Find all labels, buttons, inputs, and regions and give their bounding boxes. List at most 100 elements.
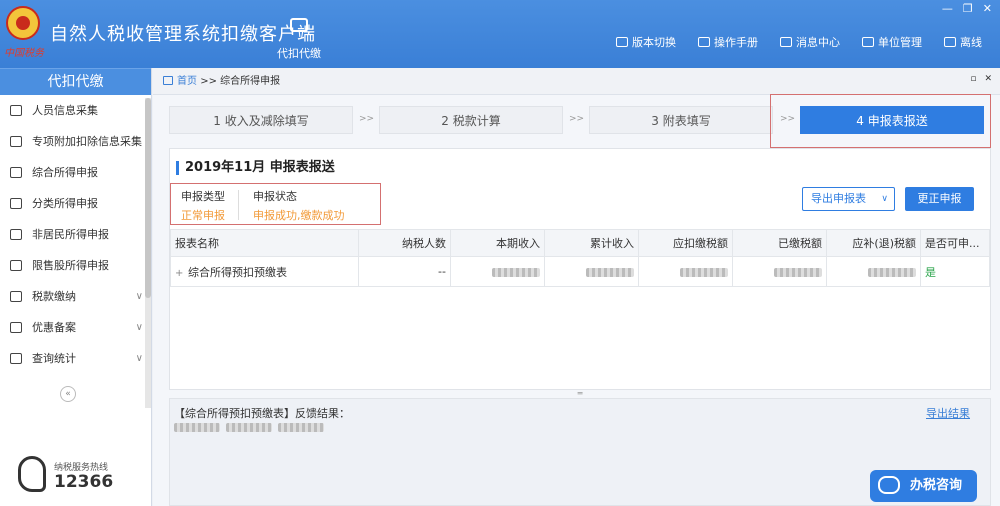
sidebar-item[interactable]: 综合所得申报	[0, 157, 151, 188]
manual-button[interactable]: 操作手册	[698, 34, 758, 50]
title-bar: 中国税务 自然人税收管理系统扣缴客户端 代扣代缴 — ❐ ✕ 版本切换 操作手册…	[0, 0, 1000, 68]
step-separator: >>	[359, 114, 375, 124]
message-center-button[interactable]: 消息中心	[780, 34, 840, 50]
offline-button[interactable]: 离线	[944, 34, 982, 50]
resize-handle[interactable]: ═	[169, 390, 991, 398]
mail-icon	[780, 37, 792, 47]
collapse-sidebar-button[interactable]: «	[60, 386, 76, 402]
list-icon	[10, 136, 22, 147]
step-separator: >>	[569, 114, 585, 124]
declare-type-value: 正常申报	[181, 209, 225, 222]
breadcrumb-separator: >>	[200, 76, 217, 87]
export-result-link[interactable]: 导出结果	[926, 405, 970, 421]
col-tax-payable-refund: 应补(退)税额	[826, 229, 921, 257]
step-schedule-filling[interactable]: 3 附表填写	[589, 106, 773, 134]
row-taxpayers: --	[358, 256, 451, 287]
row-can-declare: 是	[920, 256, 990, 287]
declare-type-label: 申报类型	[181, 190, 225, 203]
row-tax-paid	[732, 256, 827, 287]
chat-icon	[878, 476, 900, 494]
sidebar-item[interactable]: 非居民所得申报	[0, 219, 151, 250]
unit-management-button[interactable]: 单位管理	[862, 34, 922, 50]
redacted-value	[226, 423, 272, 432]
report-content: 2019年11月 申报表报送 申报类型 正常申报 申报状态 申报成功,缴款成功 …	[169, 148, 991, 390]
sidebar-item[interactable]: 人员信息采集	[0, 95, 151, 126]
sidebar-scrollbar[interactable]	[145, 98, 151, 408]
declare-type: 申报类型 正常申报	[181, 188, 225, 223]
section-title: 2019年11月 申报表报送	[176, 161, 335, 175]
pane-close-icon[interactable]: ✕	[984, 74, 992, 84]
module-label: 代扣代缴	[277, 47, 321, 60]
col-report-name: 报表名称	[170, 229, 359, 257]
close-icon[interactable]: ✕	[983, 2, 992, 15]
correct-declaration-button[interactable]: 更正申报	[905, 187, 974, 211]
row-cumulative-income	[544, 256, 639, 287]
declare-status-box: 申报类型 正常申报 申报状态 申报成功,缴款成功	[170, 183, 381, 225]
table-header-row: 报表名称 纳税人数 本期收入 累计收入 应扣缴税额 已缴税额 应补(退)税额 是…	[170, 229, 990, 257]
step-income-deduction[interactable]: 1 收入及减除填写	[169, 106, 353, 134]
pane-restore-icon[interactable]: ▫	[970, 74, 976, 84]
pie-icon	[10, 198, 22, 209]
sidebar-item-label: 综合所得申报	[32, 166, 98, 179]
expand-icon[interactable]: +	[175, 268, 184, 279]
sidebar-item[interactable]: 优惠备案 ∨	[0, 312, 151, 343]
declare-status-label: 申报状态	[253, 190, 297, 203]
toolbar: 版本切换 操作手册 消息中心 单位管理 离线	[616, 34, 982, 50]
hotline-number: 12366	[54, 472, 114, 492]
bar-chart-icon	[10, 260, 22, 271]
step-tax-calculation[interactable]: 2 税款计算	[379, 106, 563, 134]
tax-emblem-icon	[6, 6, 40, 40]
restore-icon[interactable]: ❐	[963, 2, 973, 15]
chevron-down-icon: ∨	[881, 194, 888, 204]
col-cumulative-income: 累计收入	[544, 229, 639, 257]
tax-consult-label: 办税咨询	[910, 478, 963, 493]
breadcrumb-home-link[interactable]: 首页	[177, 76, 197, 87]
row-name-text: 综合所得预扣预缴表	[188, 265, 287, 279]
tax-consult-button[interactable]: 办税咨询	[870, 470, 977, 502]
col-taxpayers: 纳税人数	[358, 229, 451, 257]
version-switch-label: 版本切换	[632, 36, 676, 49]
sidebar-item[interactable]: 限售股所得申报	[0, 250, 151, 281]
sidebar-item-label: 税款缴纳	[32, 290, 76, 303]
layers-icon	[10, 167, 22, 178]
sidebar-item[interactable]: 专项附加扣除信息采集	[0, 126, 151, 157]
sidebar-item-label: 优惠备案	[32, 321, 76, 334]
window-controls: — ❐ ✕	[942, 2, 992, 15]
scrollbar-thumb[interactable]	[145, 98, 151, 298]
hotline: 纳税服务热线 12366	[18, 456, 144, 496]
sidebar-item[interactable]: 税款缴纳 ∨	[0, 281, 151, 312]
main-panel: 首页 >> 综合所得申报 ▫ ✕ 1 收入及减除填写 >> 2 税款计算 >> …	[153, 68, 1000, 506]
headset-icon	[18, 456, 46, 492]
table-row[interactable]: + 综合所得预扣预缴表 -- 是	[170, 256, 990, 287]
status-divider	[238, 190, 239, 220]
chevron-down-icon: ∨	[135, 291, 143, 302]
declare-status: 申报状态 申报成功,缴款成功	[253, 188, 345, 223]
sidebar: 代扣代缴 人员信息采集 专项附加扣除信息采集 综合所得申报 分类所得申报 非居民所得申报…	[0, 68, 152, 506]
chevron-down-icon: ∨	[135, 322, 143, 333]
search-list-icon	[10, 353, 22, 364]
sidebar-item-label: 人员信息采集	[32, 104, 98, 117]
sidebar-menu: 人员信息采集专项附加扣除信息采集 综合所得申报分类所得申报非居民所得申报 限售股所得…	[0, 95, 151, 374]
redacted-value	[492, 267, 540, 277]
redacted-value	[868, 267, 916, 277]
sidebar-item[interactable]: 分类所得申报	[0, 188, 151, 219]
version-switch-button[interactable]: 版本切换	[616, 34, 676, 50]
step-highlight-frame	[770, 94, 991, 148]
sidebar-item-label: 专项附加扣除信息采集	[32, 135, 142, 148]
offline-label: 离线	[960, 36, 982, 49]
sidebar-item-label: 查询统计	[32, 352, 76, 365]
unit-management-label: 单位管理	[878, 36, 922, 49]
minimize-icon[interactable]: —	[942, 2, 953, 15]
redacted-value	[680, 267, 728, 277]
sidebar-item-label: 非居民所得申报	[32, 228, 109, 241]
home-icon	[163, 76, 173, 85]
redacted-value	[174, 423, 220, 432]
sidebar-item[interactable]: 查询统计 ∨	[0, 343, 151, 374]
module-withholding-button[interactable]: 代扣代缴	[276, 18, 322, 61]
sidebar-item-label: 限售股所得申报	[32, 259, 109, 272]
report-table: 报表名称 纳税人数 本期收入 累计收入 应扣缴税额 已缴税额 应补(退)税额 是…	[170, 229, 990, 287]
feedback-title: 【综合所得预扣预缴表】反馈结果：	[174, 407, 350, 420]
feedback-content	[174, 423, 324, 432]
export-report-button[interactable]: 导出申报表 ∨	[802, 187, 895, 211]
offline-icon	[944, 37, 956, 47]
